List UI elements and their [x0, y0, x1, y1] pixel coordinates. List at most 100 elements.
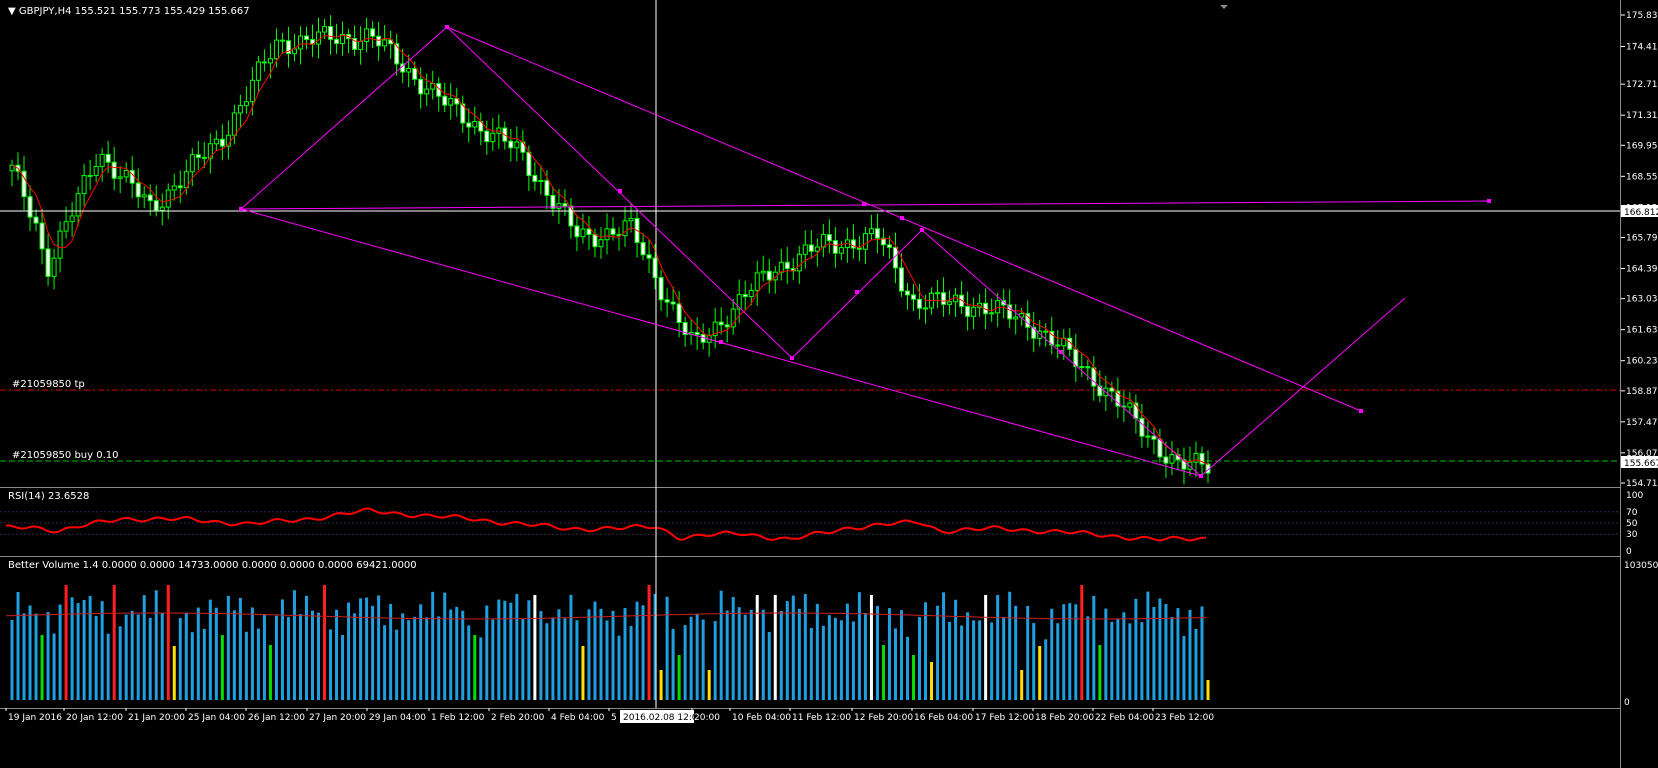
trend-line-anchor [1359, 409, 1363, 413]
price-tick-label: 157.470 [1626, 418, 1658, 428]
candle-body [941, 292, 947, 305]
time-tick-label: 29 Jan 04:00 [369, 713, 426, 723]
price-tick-label: 169.950 [1626, 141, 1658, 151]
time-tick-label: 26 Jan 12:00 [248, 713, 305, 723]
volume-bar [893, 628, 897, 700]
time-tick-label: 19 Jan 2016 [8, 713, 62, 723]
volume-bar [286, 617, 290, 700]
candle-body [796, 253, 802, 272]
volume-bar [1158, 598, 1162, 700]
volume-bar [785, 601, 789, 700]
time-axis[interactable]: 19 Jan 2016 20 Jan 12:00 21 Jan 20:00 25 Ja… [0, 708, 1620, 768]
candle-body [850, 239, 856, 249]
price-chart-pane[interactable]: ▼ GBPJPY,H4 155.521 155.773 155.429 155.… [0, 0, 1620, 488]
time-tick-label: 10 Feb 04:00 [732, 713, 791, 723]
candle-body [45, 248, 51, 277]
price-scale[interactable]: 175.830 174.410 172.710 171.310 169.950 168.5… [1620, 0, 1658, 768]
volume-bar [274, 615, 278, 700]
volume-bar [1104, 608, 1108, 700]
volume-bar [202, 628, 206, 700]
time-axis-canvas: 19 Jan 2016 20 Jan 12:00 21 Jan 20:00 25 Ja… [5, 708, 1214, 723]
time-tick-label: 12 Feb 20:00 [854, 713, 913, 723]
volume-bar [377, 595, 381, 700]
candle-body [219, 138, 225, 147]
candle-body [237, 105, 243, 114]
volume-bar [473, 635, 477, 700]
time-tick-label: 1 Feb 12:00 [431, 713, 485, 723]
candle-body [1193, 452, 1199, 463]
candle-body [316, 31, 322, 45]
volume-bar [154, 590, 158, 700]
volume-bar [196, 607, 200, 700]
volume-bar [1098, 645, 1102, 700]
candle-body [63, 221, 69, 232]
price-tick-label: 161.630 [1626, 326, 1658, 336]
volume-bar [455, 606, 459, 700]
volume-bar [851, 621, 855, 700]
volume-bar [954, 599, 958, 700]
volume-bar [737, 607, 741, 700]
volume-bar [298, 614, 302, 700]
volume-bar [142, 595, 146, 700]
price-tick-label: 174.410 [1626, 42, 1658, 52]
volume-bar [1182, 636, 1186, 700]
candle-body [742, 294, 748, 298]
candle-body [255, 61, 261, 81]
crosshair-price-tag: 166.812 [1624, 208, 1658, 218]
candle-body [995, 300, 1001, 314]
volume-bar [371, 605, 375, 700]
price-tick-label: 172.710 [1626, 80, 1658, 90]
volume-bar [779, 610, 783, 700]
candle-body [27, 196, 33, 218]
volume-bar [942, 592, 946, 700]
trend-line-anchor [862, 202, 866, 206]
candle-body [1055, 344, 1061, 347]
volume-bar [587, 609, 591, 700]
volume-bar [292, 590, 296, 700]
candle-body [935, 292, 941, 295]
volume-label: Better Volume 1.4 0.0000 0.0000 14733.00… [8, 560, 417, 571]
volume-bar [1122, 612, 1126, 700]
candle-body [75, 193, 81, 217]
volume-bar [262, 614, 266, 700]
volume-bar [190, 632, 194, 700]
price-scale-canvas: 175.830 174.410 172.710 171.310 169.950 168.5… [1621, 11, 1658, 708]
candle-body [490, 132, 496, 143]
volume-pane[interactable]: Better Volume 1.4 0.0000 0.0000 14733.00… [0, 556, 1620, 709]
candle-body [424, 88, 430, 95]
candle-body [1043, 330, 1049, 333]
volume-bar [731, 596, 735, 700]
volume-bar [755, 595, 759, 700]
candle-body [189, 154, 195, 173]
candle-body [472, 120, 478, 128]
volume-bar [1002, 616, 1006, 700]
collapse-triangle-icon[interactable]: ▼ [8, 6, 16, 17]
candle-body [159, 206, 165, 211]
volume-bar [395, 629, 399, 700]
volume-bar [413, 616, 417, 700]
volume-bar [100, 601, 104, 700]
price-tick-label: 175.830 [1626, 11, 1658, 21]
volume-bar [617, 635, 621, 700]
candle-body [297, 35, 303, 50]
trend-line-anchor [1487, 199, 1491, 203]
volume-bar [359, 598, 363, 700]
volume-bar [1050, 608, 1054, 700]
volume-bar [899, 610, 903, 700]
volume-bar [335, 609, 339, 700]
volume-bar [749, 609, 753, 700]
candle-body [1139, 417, 1145, 437]
time-tick-label: 22 Feb 04:00 [1095, 713, 1154, 723]
volume-bar [1146, 591, 1150, 700]
volume-bar [839, 620, 843, 700]
candle-body [195, 154, 201, 158]
candle-body [105, 153, 111, 163]
candle-body [1145, 435, 1151, 438]
candle-body [802, 244, 808, 255]
trend-line-anchor [900, 216, 904, 220]
volume-bar [905, 636, 909, 700]
rsi-pane[interactable]: RSI(14) 23.6528 [0, 487, 1620, 557]
volume-bar [713, 621, 717, 700]
volume-bar [82, 599, 86, 700]
price-chart-canvas[interactable] [0, 0, 1620, 487]
